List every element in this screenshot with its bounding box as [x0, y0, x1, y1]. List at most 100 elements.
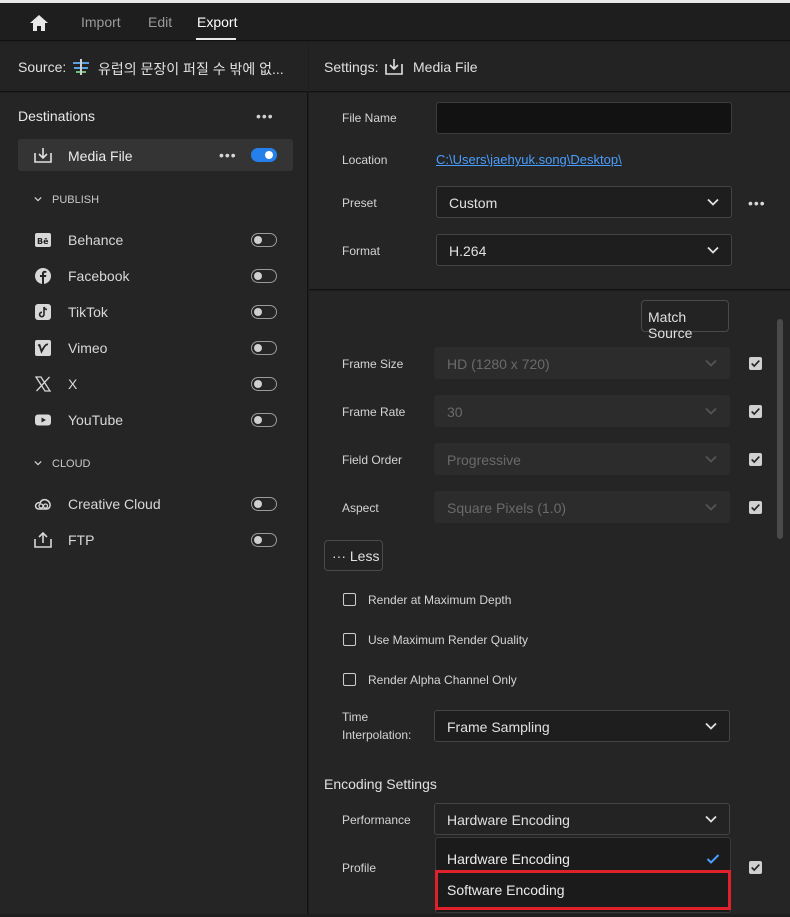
vimeo-toggle[interactable] — [251, 341, 277, 355]
format-dropdown[interactable]: H.264 — [436, 234, 732, 266]
encoding-settings-title: Encoding Settings — [324, 776, 437, 792]
tab-import[interactable]: Import — [81, 14, 121, 30]
time-interpolation-label-2: Interpolation: — [342, 728, 412, 742]
file-name-input[interactable] — [436, 102, 732, 134]
creative-cloud-toggle[interactable] — [251, 497, 277, 511]
frame-rate-dropdown[interactable]: 30 — [434, 395, 730, 427]
tiktok-toggle[interactable] — [251, 305, 277, 319]
preset-dropdown[interactable]: Custom — [436, 186, 732, 218]
aspect-dropdown[interactable]: Square Pixels (1.0) — [434, 491, 730, 523]
match-source-button[interactable]: Match Source — [641, 300, 729, 341]
preset-label: Preset — [342, 196, 377, 210]
time-interpolation-label-1: Time — [342, 710, 369, 724]
chevron-down-icon — [705, 815, 717, 823]
less-button[interactable]: ··· Less — [324, 540, 383, 571]
destinations-more-icon[interactable]: ••• — [256, 108, 274, 124]
frame-size-match-checkbox[interactable] — [749, 357, 762, 370]
aspect-label: Aspect — [342, 501, 379, 515]
vimeo-icon — [35, 340, 51, 356]
tab-export[interactable]: Export — [197, 14, 237, 30]
field-order-dropdown[interactable]: Progressive — [434, 443, 730, 475]
chevron-down-icon — [705, 359, 717, 367]
x-icon — [34, 376, 52, 392]
chevron-down-icon — [705, 407, 717, 415]
youtube-toggle[interactable] — [251, 413, 277, 427]
settings-header: Settings: Media File — [309, 42, 790, 92]
destination-tiktok[interactable]: TikTok — [34, 301, 294, 323]
profile-match-checkbox[interactable] — [749, 861, 762, 874]
destination-youtube[interactable]: YouTube — [34, 409, 294, 431]
cloud-section-header[interactable]: CLOUD — [34, 458, 91, 470]
frame-size-label: Frame Size — [342, 357, 404, 371]
top-bar: Import Edit Export — [0, 0, 790, 41]
behance-toggle[interactable] — [251, 233, 277, 247]
performance-dropdown[interactable]: Hardware Encoding — [434, 803, 730, 835]
behance-icon: Bē — [35, 233, 51, 247]
tab-edit[interactable]: Edit — [148, 14, 172, 30]
settings-label: Settings: — [324, 59, 379, 75]
destinations-panel: Source: 유럽의 문장이 퍼질 수 밖에 없... Destination… — [0, 42, 308, 914]
sequence-icon — [73, 59, 89, 75]
settings-scrollbar[interactable] — [777, 319, 783, 539]
destination-ftp[interactable]: FTP — [34, 529, 294, 551]
upload-icon — [34, 531, 52, 548]
render-max-depth-checkbox[interactable] — [343, 593, 356, 606]
aspect-match-checkbox[interactable] — [749, 501, 762, 514]
frame-size-dropdown[interactable]: HD (1280 x 720) — [434, 347, 730, 379]
youtube-icon — [35, 414, 51, 426]
settings-target: Media File — [413, 59, 478, 75]
active-tab-indicator — [196, 38, 236, 40]
publish-section-header[interactable]: PUBLISH — [34, 194, 99, 206]
render-max-depth-label: Render at Maximum Depth — [368, 593, 512, 607]
destination-creative-cloud[interactable]: Creative Cloud — [34, 493, 294, 515]
facebook-icon — [35, 268, 51, 284]
performance-label: Performance — [342, 813, 411, 827]
destinations-list: Destinations ••• Media File ••• PUBLISH … — [0, 93, 307, 914]
file-name-label: File Name — [342, 111, 397, 125]
chevron-down-icon — [34, 196, 42, 202]
checkmark-icon — [706, 854, 720, 864]
download-icon — [34, 148, 52, 163]
menu-option-hardware-encoding[interactable]: Hardware Encoding — [447, 851, 570, 867]
destination-facebook[interactable]: Facebook — [34, 265, 294, 287]
time-interpolation-dropdown[interactable]: Frame Sampling — [434, 710, 730, 742]
chevron-down-icon — [34, 460, 42, 466]
home-icon[interactable] — [28, 13, 50, 33]
render-alpha-label: Render Alpha Channel Only — [368, 673, 517, 687]
tiktok-icon — [35, 304, 51, 320]
chevron-down-icon — [705, 503, 717, 511]
source-name[interactable]: 유럽의 문장이 퍼질 수 밖에 없... — [98, 59, 284, 79]
creative-cloud-icon — [34, 498, 51, 510]
location-link[interactable]: C:\Users\jaehyuk.song\Desktop\ — [436, 152, 622, 167]
svg-text:Bē: Bē — [37, 237, 49, 246]
frame-rate-match-checkbox[interactable] — [749, 405, 762, 418]
destination-media-file[interactable]: Media File ••• — [18, 139, 293, 171]
field-order-match-checkbox[interactable] — [749, 453, 762, 466]
frame-rate-label: Frame Rate — [342, 405, 406, 419]
highlight-box — [435, 870, 731, 910]
file-settings-section: File Name Location C:\Users\jaehyuk.song… — [309, 93, 790, 290]
location-label: Location — [342, 153, 388, 167]
settings-panel: Settings: Media File File Name Location … — [309, 42, 790, 914]
max-render-quality-checkbox[interactable] — [343, 633, 356, 646]
chevron-down-icon — [707, 246, 719, 254]
preset-more-icon[interactable]: ••• — [748, 195, 766, 211]
facebook-toggle[interactable] — [251, 269, 277, 283]
max-render-quality-label: Use Maximum Render Quality — [368, 633, 529, 647]
destination-vimeo[interactable]: Vimeo — [34, 337, 294, 359]
destination-x[interactable]: X — [34, 373, 294, 395]
chevron-down-icon — [705, 722, 717, 730]
render-alpha-checkbox[interactable] — [343, 673, 356, 686]
ftp-toggle[interactable] — [251, 533, 277, 547]
profile-label: Profile — [342, 861, 377, 875]
video-settings-section: Match Source Frame Size HD (1280 x 720) … — [309, 291, 790, 914]
destination-behance[interactable]: Bē Behance — [34, 229, 294, 251]
source-label: Source: — [18, 59, 67, 75]
download-icon — [385, 59, 403, 75]
field-order-label: Field Order — [342, 453, 403, 467]
media-file-more-icon[interactable]: ••• — [219, 147, 237, 163]
media-file-toggle[interactable] — [251, 148, 277, 162]
x-toggle[interactable] — [251, 377, 277, 391]
format-label: Format — [342, 244, 381, 258]
chevron-down-icon — [707, 198, 719, 206]
